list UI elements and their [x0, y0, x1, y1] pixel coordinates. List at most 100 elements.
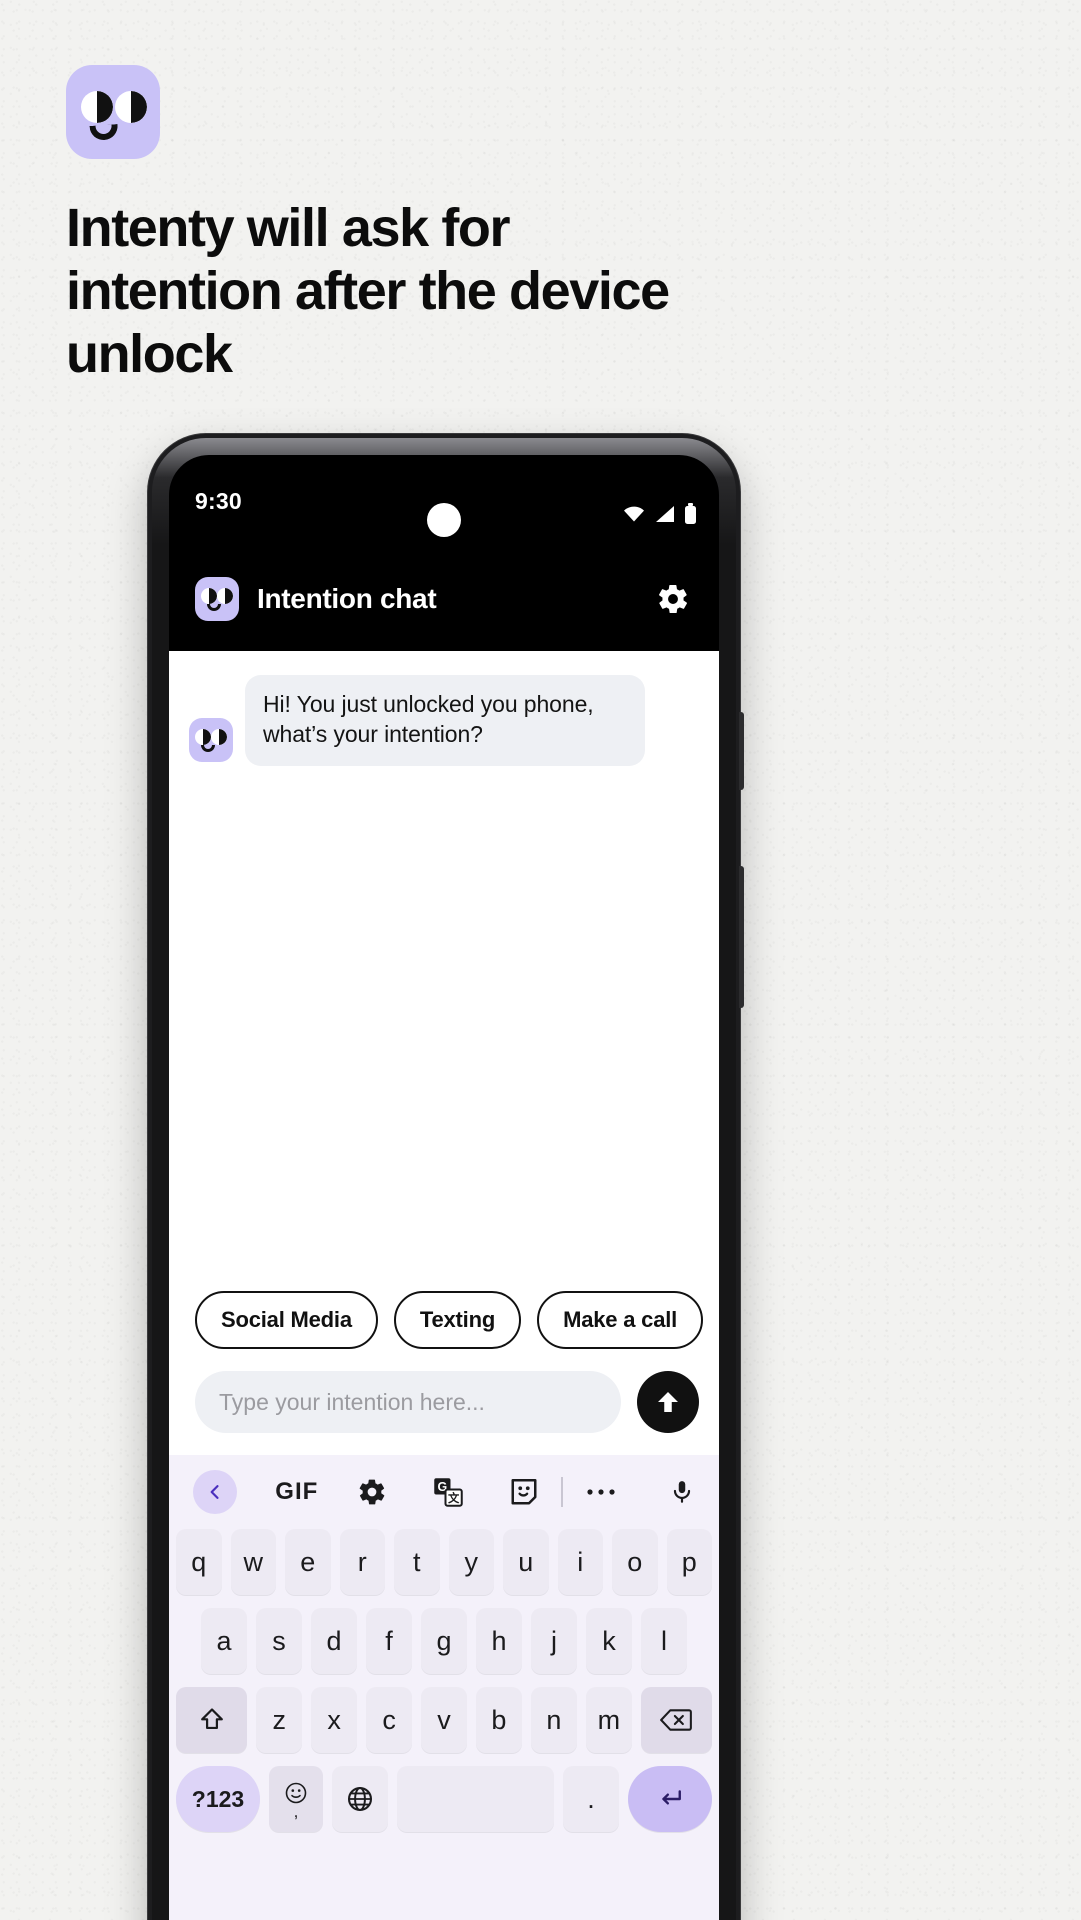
shift-key[interactable]: [176, 1687, 248, 1753]
language-key[interactable]: [332, 1766, 388, 1832]
backspace-icon: [660, 1709, 693, 1731]
svg-text:文: 文: [448, 1491, 460, 1505]
key-p[interactable]: p: [666, 1529, 712, 1595]
translate-icon: G 文: [434, 1478, 463, 1507]
phone-screen: 9:30 Intention chat Hi! You just unlocke…: [169, 455, 719, 1920]
key-f[interactable]: f: [366, 1608, 412, 1674]
gear-icon: [360, 1479, 385, 1505]
hero-section: Intenty will ask for intention after the…: [66, 65, 766, 387]
chat-message-list: Hi! You just unlocked you phone, what’s …: [169, 651, 719, 1291]
symbols-key[interactable]: ?123: [176, 1766, 260, 1832]
wifi-icon: [624, 506, 644, 522]
key-r[interactable]: r: [339, 1529, 385, 1595]
avatar-smile-icon: [201, 744, 215, 752]
keyboard-row-4: ?123 , .: [169, 1766, 719, 1832]
key-b[interactable]: b: [475, 1687, 522, 1753]
key-n[interactable]: n: [530, 1687, 577, 1753]
more-options-button[interactable]: [563, 1487, 639, 1497]
enter-key[interactable]: [628, 1766, 712, 1832]
backspace-key[interactable]: [640, 1687, 712, 1753]
microphone-icon: [673, 1481, 691, 1503]
gear-icon: [659, 584, 687, 614]
key-z[interactable]: z: [256, 1687, 303, 1753]
shift-up-icon: [200, 1708, 223, 1730]
cellular-signal-icon: [656, 506, 674, 522]
intention-input[interactable]: [195, 1371, 621, 1433]
phone-mockup: 9:30 Intention chat Hi! You just unlocke…: [148, 434, 744, 1920]
keyboard-row-1: q w e r t y u i o p: [169, 1529, 719, 1595]
key-y[interactable]: y: [448, 1529, 494, 1595]
key-k[interactable]: k: [586, 1608, 632, 1674]
key-l[interactable]: l: [641, 1608, 687, 1674]
sticker-icon: [511, 1479, 537, 1505]
chip-social-media[interactable]: Social Media: [195, 1291, 378, 1349]
status-bar: 9:30: [169, 455, 719, 547]
keyboard-settings-button[interactable]: [335, 1477, 411, 1507]
intenty-face-icon: [66, 65, 160, 159]
arrow-up-icon: [658, 1392, 678, 1412]
key-m[interactable]: m: [585, 1687, 632, 1753]
chip-texting[interactable]: Texting: [393, 1291, 522, 1349]
key-g[interactable]: g: [421, 1608, 467, 1674]
intenty-face-icon: [189, 717, 233, 762]
key-d[interactable]: d: [311, 1608, 357, 1674]
intenty-face-icon: [195, 577, 239, 621]
key-o[interactable]: o: [612, 1529, 658, 1595]
gif-button[interactable]: GIF: [259, 1478, 335, 1506]
logo-smile-icon: [89, 124, 119, 141]
key-u[interactable]: u: [503, 1529, 549, 1595]
emoji-key[interactable]: ,: [269, 1766, 323, 1832]
key-h[interactable]: h: [476, 1608, 522, 1674]
on-screen-keyboard: GIF G 文 q w e r t y u i o p a s d f g h …: [169, 1455, 719, 1920]
battery-icon: [685, 503, 696, 524]
volume-button[interactable]: [739, 866, 744, 1008]
emoji-icon: [285, 1782, 307, 1803]
key-w[interactable]: w: [230, 1529, 276, 1595]
back-chevron-icon: [193, 1470, 237, 1514]
key-t[interactable]: t: [394, 1529, 440, 1595]
power-button[interactable]: [739, 712, 744, 790]
front-camera-punch-hole: [427, 503, 461, 537]
app-icon-eye-right-icon: [217, 588, 233, 604]
logo-eye-right-icon: [115, 91, 147, 123]
key-e[interactable]: e: [285, 1529, 331, 1595]
key-i[interactable]: i: [557, 1529, 603, 1595]
message-composer: [169, 1363, 719, 1455]
app-bar: Intention chat: [169, 547, 719, 651]
space-key[interactable]: [397, 1766, 554, 1832]
emoji-comma-label: ,: [293, 1801, 299, 1821]
enter-return-icon: [662, 1790, 681, 1805]
settings-button[interactable]: [653, 579, 693, 619]
key-x[interactable]: x: [311, 1687, 358, 1753]
send-button[interactable]: [637, 1371, 699, 1433]
bot-message-bubble: Hi! You just unlocked you phone, what’s …: [245, 675, 645, 766]
voice-input-button[interactable]: [639, 1477, 695, 1507]
logo-eye-left-icon: [81, 91, 113, 123]
chip-make-a-call[interactable]: Make a call: [537, 1291, 704, 1349]
avatar-eye-right-icon: [211, 728, 227, 745]
keyboard-toolbar: GIF G 文: [169, 1455, 719, 1529]
translate-button[interactable]: G 文: [410, 1477, 486, 1507]
suggestion-chips: Social Media Texting Make a call Instagr…: [169, 1291, 719, 1363]
status-time: 9:30: [195, 488, 242, 514]
app-bar-title: Intention chat: [257, 583, 437, 614]
keyboard-row-3: z x c v b n m: [169, 1687, 719, 1753]
more-options-icon: [587, 1489, 615, 1495]
keyboard-back-button[interactable]: [193, 1470, 259, 1514]
sticker-button[interactable]: [486, 1477, 562, 1507]
chat-message-row: Hi! You just unlocked you phone, what’s …: [189, 675, 699, 766]
key-j[interactable]: j: [531, 1608, 577, 1674]
keyboard-row-2: a s d f g h j k l: [169, 1608, 719, 1674]
status-icons: [622, 503, 697, 525]
key-q[interactable]: q: [176, 1529, 222, 1595]
key-v[interactable]: v: [421, 1687, 467, 1753]
avatar-eye-left-icon: [195, 728, 211, 745]
key-a[interactable]: a: [201, 1608, 247, 1674]
period-key[interactable]: .: [563, 1766, 619, 1832]
globe-icon: [347, 1786, 373, 1812]
key-s[interactable]: s: [256, 1608, 302, 1674]
key-c[interactable]: c: [366, 1687, 413, 1753]
page-title: Intenty will ask for intention after the…: [66, 198, 670, 385]
app-icon-eye-left-icon: [201, 588, 217, 604]
app-icon-smile-icon: [207, 604, 221, 611]
